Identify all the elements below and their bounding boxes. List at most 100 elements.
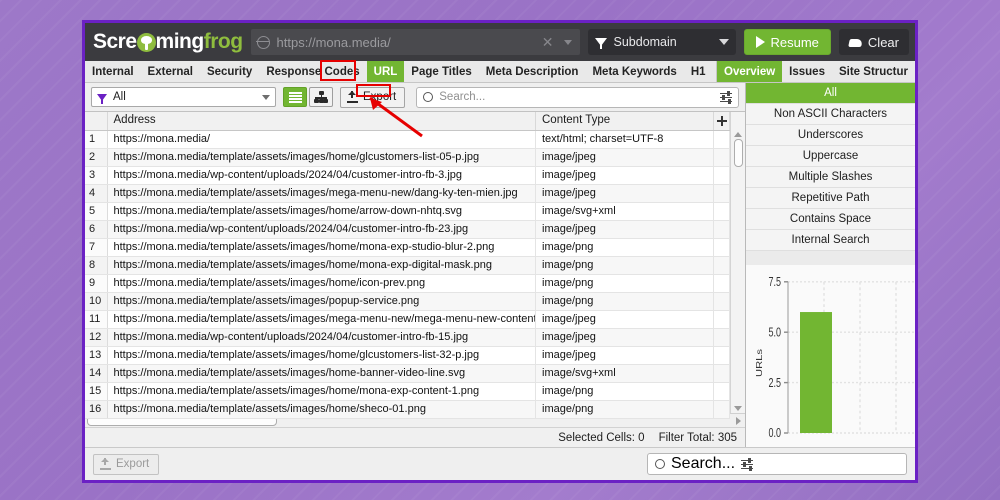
results-toolbar: All Export Search... xyxy=(85,83,745,111)
clear-button[interactable]: Clear xyxy=(838,29,909,55)
tab-label: External xyxy=(147,65,193,78)
sidebar-item-label: Contains Space xyxy=(789,213,872,225)
tab-meta-description[interactable]: Meta Description xyxy=(479,61,586,82)
table-row[interactable]: 12 https://mona.media/wp-content/uploads/… xyxy=(85,328,730,347)
table-row[interactable]: 8 https://mona.media/template/assets/imag… xyxy=(85,256,730,275)
tab-url[interactable]: URL xyxy=(366,61,405,82)
filter-dropdown[interactable]: All xyxy=(91,87,276,107)
search-input[interactable]: Search... xyxy=(416,86,739,108)
cell-spacer xyxy=(713,346,730,365)
tab-overview[interactable]: Overview xyxy=(717,61,783,82)
table-row[interactable]: 14 https://mona.media/template/assets/ima… xyxy=(85,364,730,383)
cell-content-type: image/png xyxy=(535,238,714,257)
sidebar-item-uppercase[interactable]: Uppercase xyxy=(746,146,915,167)
crawl-scope-dropdown[interactable]: Subdomain xyxy=(587,29,736,55)
table-row[interactable]: 7 https://mona.media/template/assets/imag… xyxy=(85,238,730,257)
tab-label: Internal xyxy=(92,65,134,78)
cell-spacer xyxy=(713,184,730,203)
cell-content-type: image/png xyxy=(535,382,714,401)
tab-label: Meta Description xyxy=(485,65,579,78)
cell-content-type: image/jpeg xyxy=(535,310,714,329)
resume-button-label: Resume xyxy=(770,34,819,50)
tab-site-structure[interactable]: Site Structur xyxy=(832,61,915,82)
column-header-content-type[interactable]: Content Type xyxy=(535,112,714,131)
bottom-search-input[interactable]: Search... xyxy=(647,453,907,475)
sliders-icon[interactable] xyxy=(720,91,732,104)
tree-view-button[interactable] xyxy=(309,87,333,107)
table-row[interactable]: 4 https://mona.media/template/assets/imag… xyxy=(85,184,730,203)
close-x-icon[interactable]: ✕ xyxy=(539,35,557,49)
sidebar-item-non-ascii-characters[interactable]: Non ASCII Characters xyxy=(746,104,915,125)
table-row[interactable]: 6 https://mona.media/wp-content/uploads/2… xyxy=(85,220,730,239)
table-row[interactable]: 16 https://mona.media/template/assets/ima… xyxy=(85,400,730,419)
export-button[interactable]: Export xyxy=(340,86,406,108)
row-index: 2 xyxy=(85,148,108,167)
table-row[interactable]: 1 https://mona.media/text/html; charset=U… xyxy=(85,130,730,149)
sidebar-item-underscores[interactable]: Underscores xyxy=(746,125,915,146)
sidebar-item-repetitive-path[interactable]: Repetitive Path xyxy=(746,188,915,209)
funnel-icon xyxy=(594,38,607,49)
search-icon xyxy=(655,459,665,469)
tab-security[interactable]: Security xyxy=(200,61,259,82)
scroll-down-icon[interactable] xyxy=(734,406,742,411)
tab-meta-keywords[interactable]: Meta Keywords xyxy=(585,61,683,82)
cell-spacer xyxy=(713,256,730,275)
cell-spacer xyxy=(713,292,730,311)
sidebar-item-multiple-slashes[interactable]: Multiple Slashes xyxy=(746,167,915,188)
cell-address: https://mona.media/template/assets/image… xyxy=(107,184,536,203)
list-view-button[interactable] xyxy=(283,87,307,107)
row-index: 11 xyxy=(85,310,108,329)
url-input[interactable]: https://mona.media/ ✕ xyxy=(250,29,580,55)
cell-content-type: image/png xyxy=(535,274,714,293)
tab-h1[interactable]: H1 xyxy=(684,61,713,82)
table-row[interactable]: 11 https://mona.media/template/assets/ima… xyxy=(85,310,730,329)
tab-response-codes[interactable]: Response Codes xyxy=(259,61,366,82)
overview-pane: All Non ASCII Characters Underscores Upp… xyxy=(746,83,915,447)
sidebar-item-all[interactable]: All xyxy=(746,83,915,104)
scrollbar-thumb[interactable] xyxy=(733,139,743,167)
cell-address: https://mona.media/template/assets/image… xyxy=(107,292,536,311)
cell-address: https://mona.media/template/assets/image… xyxy=(107,238,536,257)
sidebar-item-contains-space[interactable]: Contains Space xyxy=(746,209,915,230)
results-pane: All Export Search... Address Content Typ… xyxy=(85,83,746,447)
cell-address: https://mona.media/ xyxy=(107,130,536,149)
tab-internal[interactable]: Internal xyxy=(85,61,141,82)
table-row[interactable]: 2 https://mona.media/template/assets/imag… xyxy=(85,148,730,167)
bottom-search-placeholder: Search... xyxy=(671,455,736,472)
export-icon xyxy=(100,458,111,470)
row-index: 15 xyxy=(85,382,108,401)
cell-address: https://mona.media/wp-content/uploads/20… xyxy=(107,220,536,239)
table-row[interactable]: 10 https://mona.media/template/assets/ima… xyxy=(85,292,730,311)
cell-spacer xyxy=(713,274,730,293)
column-header-address[interactable]: Address xyxy=(107,112,536,131)
table-row[interactable]: 3 https://mona.media/wp-content/uploads/2… xyxy=(85,166,730,185)
table-row[interactable]: 13 https://mona.media/template/assets/ima… xyxy=(85,346,730,365)
tab-page-titles[interactable]: Page Titles xyxy=(404,61,479,82)
table-row[interactable]: 15 https://mona.media/template/assets/ima… xyxy=(85,382,730,401)
resume-button[interactable]: Resume xyxy=(743,29,831,55)
tab-issues[interactable]: Issues xyxy=(782,61,832,82)
table-vertical-scrollbar[interactable] xyxy=(730,112,745,413)
screaming-frog-window: Scre ming frog https://mona.media/ ✕ Sub… xyxy=(82,20,918,483)
tab-label: URL xyxy=(373,65,398,78)
column-header-index[interactable] xyxy=(85,112,108,131)
tab-label: Security xyxy=(206,65,253,78)
plus-icon[interactable] xyxy=(713,112,730,131)
table-row[interactable]: 9 https://mona.media/template/assets/imag… xyxy=(85,274,730,293)
view-toggle-group xyxy=(283,87,333,107)
titlebar: Scre ming frog https://mona.media/ ✕ Sub… xyxy=(85,23,915,61)
row-index: 3 xyxy=(85,166,108,185)
scroll-up-icon[interactable] xyxy=(734,132,742,137)
scroll-right-icon[interactable] xyxy=(736,416,741,425)
tab-label: Response Codes xyxy=(266,65,360,78)
cell-address: https://mona.media/template/assets/image… xyxy=(107,400,536,419)
table-row[interactable]: 5 https://mona.media/template/assets/imag… xyxy=(85,202,730,221)
bottom-export-button[interactable]: Export xyxy=(93,453,160,475)
chevron-down-icon[interactable] xyxy=(563,39,572,45)
sidebar-item-internal-search[interactable]: Internal Search xyxy=(746,230,915,251)
sliders-icon[interactable] xyxy=(741,458,754,471)
globe-icon xyxy=(256,35,270,49)
tab-external[interactable]: External xyxy=(141,61,200,82)
cell-content-type: image/png xyxy=(535,400,714,419)
sidebar-item-label: Multiple Slashes xyxy=(788,171,873,183)
